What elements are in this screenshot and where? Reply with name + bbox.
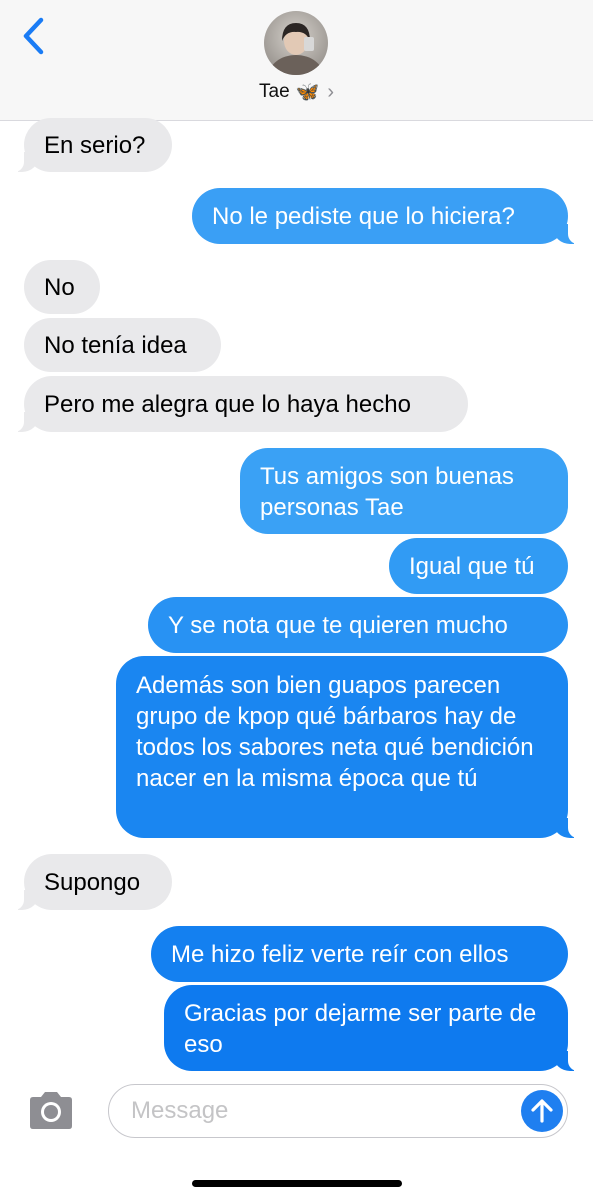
message-bubble-incoming[interactable]: No tenía idea [24, 318, 221, 372]
message-bubble-outgoing[interactable]: Me hizo feliz verte reír con ellos [151, 926, 568, 982]
message-bubble-incoming[interactable]: No [24, 260, 100, 314]
message-text: Gracias por dejarme ser parte de eso [184, 1000, 537, 1058]
conversation-header: Tae 🦋 › [0, 0, 593, 121]
message-bubble-outgoing[interactable]: No le pediste que lo hiciera? [192, 188, 578, 244]
message-text: Igual que tú [409, 552, 535, 580]
send-button[interactable] [521, 1090, 563, 1132]
message-bubble-outgoing[interactable]: Igual que tú [389, 538, 568, 594]
message-bubble-outgoing[interactable]: Gracias por dejarme ser parte de eso [164, 985, 578, 1071]
message-text: No [44, 273, 75, 301]
home-indicator[interactable] [192, 1180, 402, 1187]
camera-icon [30, 1092, 72, 1129]
message-text: En serio? [44, 131, 146, 159]
message-text: Pero me alegra que lo haya hecho [44, 390, 411, 418]
contact-name-button[interactable]: Tae 🦋 › [0, 78, 593, 106]
message-text: Supongo [44, 868, 141, 896]
contact-name: Tae [259, 81, 290, 102]
message-bubble-outgoing[interactable]: Tus amigos son buenas personas Tae [240, 448, 568, 534]
message-text: No le pediste que lo hiciera? [212, 202, 515, 230]
message-bubble-incoming[interactable]: Pero me alegra que lo haya hecho [14, 376, 468, 432]
message-input-placeholder: Message [131, 1097, 229, 1124]
contact-avatar[interactable] [264, 11, 328, 75]
message-text: Además son bien guapos parecen grupo de … [136, 672, 534, 792]
messages-screen: Tae 🦋 › En serio? No le pediste que lo h… [0, 0, 593, 1200]
message-text: Tus amigos son buenas personas Tae [260, 463, 514, 521]
message-bubble-outgoing[interactable]: Y se nota que te quieren mucho [148, 597, 568, 653]
message-bubble-outgoing[interactable]: Además son bien guapos parecen grupo de … [116, 656, 578, 838]
chevron-right-icon: › [327, 80, 334, 103]
butterfly-emoji: 🦋 [295, 82, 320, 103]
message-text: Y se nota que te quieren mucho [168, 611, 508, 639]
message-input[interactable]: Message [108, 1084, 568, 1138]
chevron-left-icon [23, 17, 44, 55]
message-bubble-incoming[interactable]: Supongo [14, 854, 172, 910]
camera-button[interactable] [26, 1090, 76, 1132]
message-text: No tenía idea [44, 331, 187, 359]
message-text: Me hizo feliz verte reír con ellos [171, 940, 509, 968]
message-bubble-incoming[interactable]: En serio? [14, 118, 172, 172]
back-button[interactable] [18, 16, 48, 56]
send-arrow-up-icon [531, 1099, 553, 1123]
